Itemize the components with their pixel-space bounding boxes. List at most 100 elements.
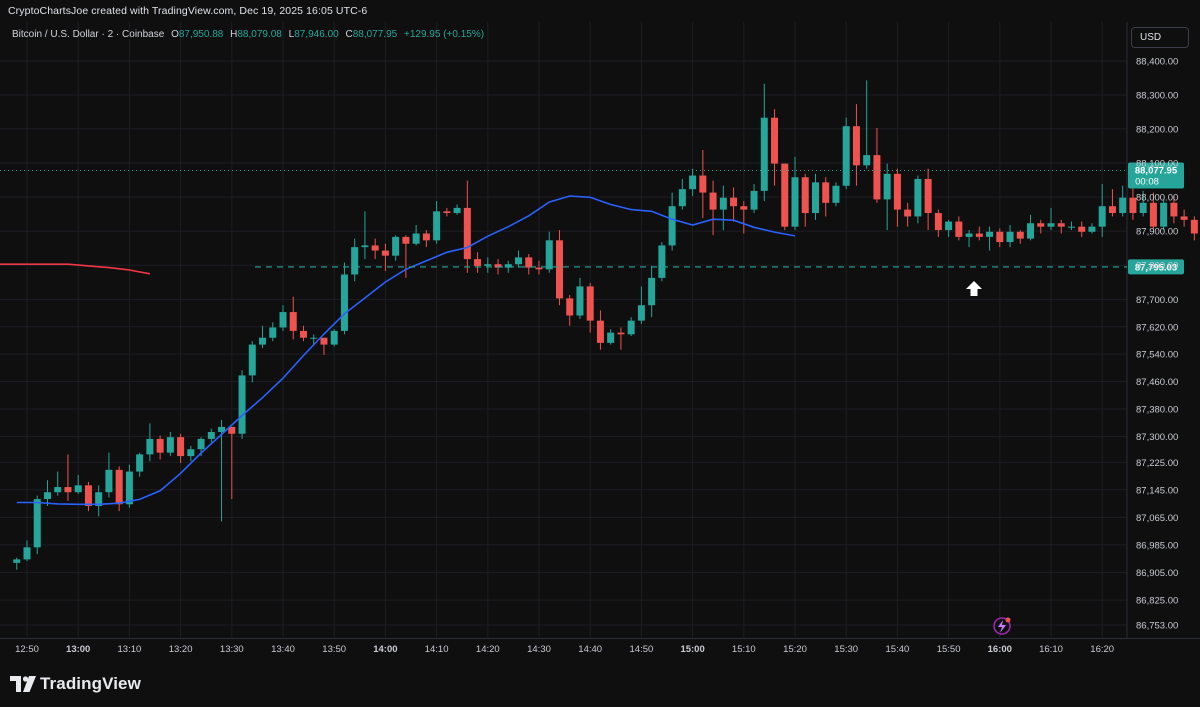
candle	[1180, 209, 1188, 227]
x-tick-label: 13:20	[169, 644, 193, 655]
candle	[115, 466, 123, 512]
y-tick-label: 88,200.00	[1136, 124, 1178, 135]
candle	[596, 310, 604, 350]
candle	[648, 265, 656, 318]
candle-body	[1057, 223, 1065, 227]
candle	[709, 180, 717, 236]
candle-body	[596, 320, 604, 343]
candle	[852, 104, 860, 186]
candle	[1047, 207, 1055, 231]
candle-body	[23, 547, 31, 560]
candle	[924, 168, 932, 231]
candle	[54, 471, 62, 496]
x-tick-label: 16:00	[988, 644, 1012, 655]
candle-body	[760, 117, 768, 191]
candle-body	[484, 264, 492, 266]
candle	[1160, 199, 1168, 231]
candle-body	[64, 487, 72, 493]
candle-body	[136, 454, 144, 472]
x-tick-label: 16:20	[1090, 644, 1114, 655]
candle	[863, 80, 871, 169]
candle-body	[474, 259, 482, 266]
candle	[33, 495, 41, 555]
countdown-label: 00:08	[1135, 176, 1159, 187]
candle-body	[832, 185, 840, 203]
candles-layer	[13, 80, 1198, 570]
y-tick-label: 87,380.00	[1136, 405, 1178, 416]
candle-body	[750, 190, 758, 210]
candle	[23, 540, 31, 562]
x-tick-label: 12:50	[15, 644, 39, 655]
candle	[340, 262, 348, 335]
candle	[986, 226, 994, 251]
candle	[299, 325, 307, 342]
y-tick-label: 88,000.00	[1136, 193, 1178, 204]
candle-body	[607, 332, 615, 343]
candle	[945, 219, 953, 237]
candle-body	[1108, 206, 1116, 214]
candle-body	[279, 312, 287, 328]
candle-body	[1088, 226, 1096, 232]
candlestick-chart[interactable]: 87,795.0388,077.9500:08 88,400.00 88,300.…	[0, 22, 1200, 660]
low-value: 87,946.00	[294, 29, 339, 40]
candle	[105, 452, 113, 498]
candle-body	[617, 332, 625, 335]
open-label: O	[171, 29, 179, 40]
candle-body	[74, 485, 82, 493]
lightning-icon-dot	[1005, 617, 1011, 623]
candle	[740, 201, 748, 234]
candle	[156, 435, 164, 460]
candle-body	[914, 178, 922, 217]
candle	[1027, 214, 1035, 241]
candle-body	[996, 231, 1004, 243]
candle-body	[740, 206, 748, 210]
x-tick-label: 14:50	[630, 644, 654, 655]
candle	[1016, 230, 1024, 244]
candle-body	[1067, 226, 1075, 228]
candle	[955, 216, 963, 241]
attribution-text: CryptoChartsJoe created with TradingView…	[8, 5, 368, 17]
candle-body	[1190, 219, 1198, 234]
candle-body	[822, 182, 830, 203]
candle-body	[1078, 226, 1086, 232]
candle-body	[730, 197, 738, 207]
lightning-icon	[993, 617, 1011, 635]
candle	[392, 235, 400, 261]
candle	[187, 445, 195, 462]
currency-button[interactable]: USD	[1131, 27, 1189, 48]
candle-body	[1047, 223, 1055, 227]
candle-body	[187, 449, 195, 457]
candle-body	[125, 471, 133, 505]
candle-body	[371, 245, 379, 251]
candle-body	[904, 209, 912, 217]
y-tick-label: 87,460.00	[1136, 377, 1178, 388]
candle	[689, 168, 697, 196]
candle	[74, 475, 82, 494]
candle	[1190, 216, 1198, 241]
chart-area[interactable]: 87,795.03 88,077.95 00:08 88,400.00 88,300.…	[0, 22, 1200, 660]
candle-body	[699, 175, 707, 193]
brand-name: TradingView	[40, 674, 141, 693]
candle-body	[709, 192, 717, 210]
candle	[166, 432, 174, 457]
candle-body	[392, 236, 400, 256]
candle	[627, 317, 635, 337]
candle-body	[1037, 223, 1045, 227]
candle-body	[299, 330, 307, 338]
x-tick-label: 13:10	[118, 644, 142, 655]
tradingview-logo[interactable]: TradingView	[10, 673, 141, 695]
candle	[259, 325, 267, 349]
symbol-legend: Bitcoin / U.S. Dollar · 2 · Coinbase O87…	[12, 29, 484, 40]
candle-body	[289, 312, 297, 331]
candle	[566, 294, 574, 326]
candle	[832, 182, 840, 207]
candle-body	[146, 438, 154, 455]
candle-body	[658, 245, 666, 278]
candle-body	[43, 492, 51, 500]
candle-body	[955, 221, 963, 237]
candle-body	[986, 231, 994, 237]
y-tick-label: 86,905.00	[1136, 568, 1178, 579]
candle	[146, 423, 154, 462]
candle	[750, 184, 758, 214]
candle-body	[893, 173, 901, 210]
